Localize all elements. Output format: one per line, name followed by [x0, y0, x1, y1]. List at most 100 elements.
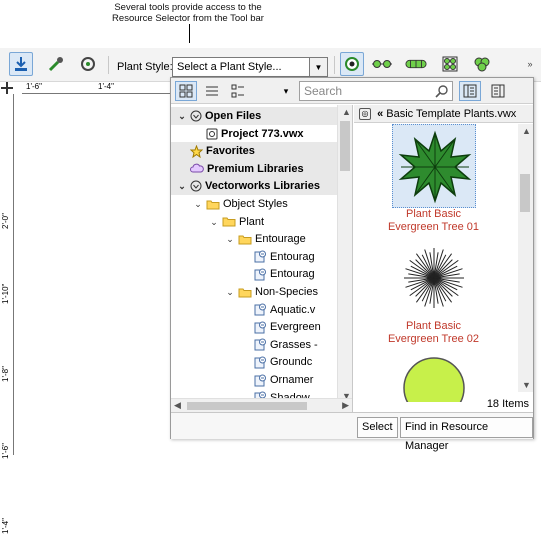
scrollbar-thumb[interactable] [340, 121, 350, 171]
ruler-label: 1'-4" [98, 82, 114, 91]
cluster-mode-icon[interactable] [470, 52, 494, 76]
callout-text: Several tools provide access to the Reso… [98, 2, 278, 24]
item-count: 18 Items [486, 398, 529, 410]
scroll-down-icon[interactable]: ▼ [522, 380, 531, 390]
plant-style-select[interactable]: Select a Plant Style... ▼ [172, 57, 328, 77]
search-placeholder: Search [304, 84, 343, 98]
menu-dropdown-icon[interactable]: ▾ [275, 81, 297, 101]
tree-item[interactable]: ⌄ Vectorworks Libraries [171, 177, 337, 196]
resource-selector: ▾ Search ⌄ Open Files Project 773.vwx Favor… [170, 77, 534, 452]
line-mode-icon[interactable] [370, 52, 394, 76]
tree-list: ⌄ Open Files Project 773.vwx Favorites Premi… [171, 105, 337, 403]
eyedropper-icon[interactable] [44, 52, 68, 76]
tree-item-label: Entourag [270, 268, 315, 281]
tree-item-label: Evergreen [270, 321, 321, 334]
plant-style-value: Select a Plant Style... [177, 61, 282, 73]
tree-item[interactable]: ⌄ Plant [171, 213, 337, 231]
file-circle-icon [190, 180, 202, 192]
overflow-icon[interactable]: » [518, 52, 541, 76]
tree-item[interactable]: Premium Libraries [171, 159, 337, 178]
item-name-line2: Evergreen Tree 02 [387, 333, 480, 345]
detail-view-icon[interactable] [227, 81, 249, 101]
tree-item-label: Ornamer [270, 374, 314, 386]
folder-icon [222, 216, 236, 227]
tree-item-label: Open Files [205, 110, 262, 122]
plant-tool-icon[interactable] [9, 52, 33, 76]
list-view-icon[interactable] [201, 81, 223, 101]
tree-item[interactable]: Entourag [171, 248, 337, 266]
grid-mode-icon[interactable] [438, 52, 462, 76]
file-header: ◎ « Basic Template Plants.vwx [354, 105, 533, 123]
chevron-down-icon[interactable]: ⌄ [209, 213, 219, 231]
search-input[interactable]: Search [299, 81, 453, 101]
chevron-down-icon[interactable]: ⌄ [177, 177, 187, 195]
tree-item[interactable]: Entourag [171, 265, 337, 283]
tree-item-label: Plant [239, 215, 265, 228]
chevron-down-icon[interactable]: ⌄ [225, 283, 235, 301]
tree-horizontal-scrollbar[interactable]: ◀ ▶ [171, 398, 352, 412]
tree-item-label: Favorites [206, 145, 255, 158]
ruler-label: 1'-6" [26, 82, 42, 91]
vw-library-file-icon [254, 250, 267, 263]
tree-item[interactable]: Grasses - [171, 336, 337, 354]
scrollbar-thumb[interactable] [187, 402, 307, 410]
chevron-down-icon[interactable]: ⌄ [177, 107, 187, 125]
tree-item[interactable]: ⌄ Object Styles [171, 195, 337, 213]
evergreen-tree-01-thumbnail[interactable] [391, 124, 476, 208]
ruler-label: 1'-10" [1, 283, 10, 304]
evergreen-tree-02-thumbnail[interactable] [392, 236, 476, 320]
ruler-origin[interactable] [0, 82, 22, 94]
show-tree-icon[interactable] [459, 81, 481, 101]
star-icon [190, 144, 203, 158]
vw-library-file-icon [254, 338, 267, 351]
radio-mode-icon[interactable] [340, 52, 364, 76]
thumbnail-vertical-scrollbar[interactable]: ▲ ▼ [518, 124, 533, 392]
spacing-mode-icon[interactable] [404, 52, 428, 76]
vw-library-file-icon [254, 356, 267, 369]
ruler-top: 1'-6" 1'-4" [22, 82, 172, 94]
search-icon[interactable] [435, 84, 449, 101]
tree-item-label: Non-Species [255, 286, 318, 298]
back-arrow-icon[interactable]: « [377, 108, 383, 120]
tree-item-label: Object Styles [223, 198, 288, 210]
scrollbar-thumb[interactable] [520, 174, 530, 212]
thumbnail-view-icon[interactable] [175, 81, 197, 101]
tree-item[interactable]: Favorites [171, 142, 337, 161]
tree-item[interactable]: Evergreen [171, 318, 337, 336]
tree-item[interactable]: Project 773.vwx [171, 125, 337, 143]
resource-item[interactable] [356, 346, 511, 402]
resource-item[interactable]: Plant Basic Evergreen Tree 02 [356, 236, 511, 346]
scroll-right-icon[interactable]: ▶ [342, 400, 349, 411]
tree-item-label: Grasses - [270, 338, 318, 351]
dropdown-arrow-icon[interactable]: ▼ [309, 58, 327, 76]
show-info-icon[interactable] [487, 81, 509, 101]
tree-item[interactable]: ⌄ Non-Species [171, 283, 337, 301]
select-button[interactable]: Select [357, 417, 398, 438]
vw-library-file-icon [254, 321, 267, 334]
scroll-left-icon[interactable]: ◀ [174, 400, 181, 411]
file-circle-icon [190, 110, 202, 122]
tree-item[interactable]: ⌄ Open Files [171, 107, 337, 125]
scroll-up-icon[interactable]: ▲ [342, 107, 351, 117]
vw-library-file-icon [254, 303, 267, 316]
chevron-down-icon[interactable]: ⌄ [225, 230, 235, 248]
tree-item[interactable]: ⌄ Entourage [171, 230, 337, 248]
folder-icon [238, 287, 252, 298]
scroll-up-icon[interactable]: ▲ [522, 126, 531, 136]
deciduous-tree-thumbnail[interactable] [392, 346, 476, 402]
tree-vertical-scrollbar[interactable]: ▲ ▼ [337, 105, 352, 403]
tree-item-label: Entourag [270, 250, 315, 263]
ruler-label: 1'-8" [1, 366, 10, 382]
vw-library-file-icon [254, 268, 267, 281]
vwx-file-icon [206, 128, 218, 140]
tree-item[interactable]: Aquatic.v [171, 301, 337, 319]
tree-item-label: Groundc [270, 356, 313, 369]
chevron-down-icon[interactable]: ⌄ [193, 195, 203, 213]
resource-thumbnails-pane: ◎ « Basic Template Plants.vwx Plant Basi… [354, 105, 533, 412]
plant-options-icon[interactable] [76, 52, 100, 76]
tree-item[interactable]: Groundc [171, 353, 337, 371]
resource-item[interactable]: Plant Basic Evergreen Tree 01 [356, 124, 511, 234]
tree-item[interactable]: Ornamer [171, 371, 337, 389]
tree-item-label: Vectorworks Libraries [205, 180, 320, 193]
find-in-resource-manager-button[interactable]: Find in Resource Manager [400, 417, 533, 452]
